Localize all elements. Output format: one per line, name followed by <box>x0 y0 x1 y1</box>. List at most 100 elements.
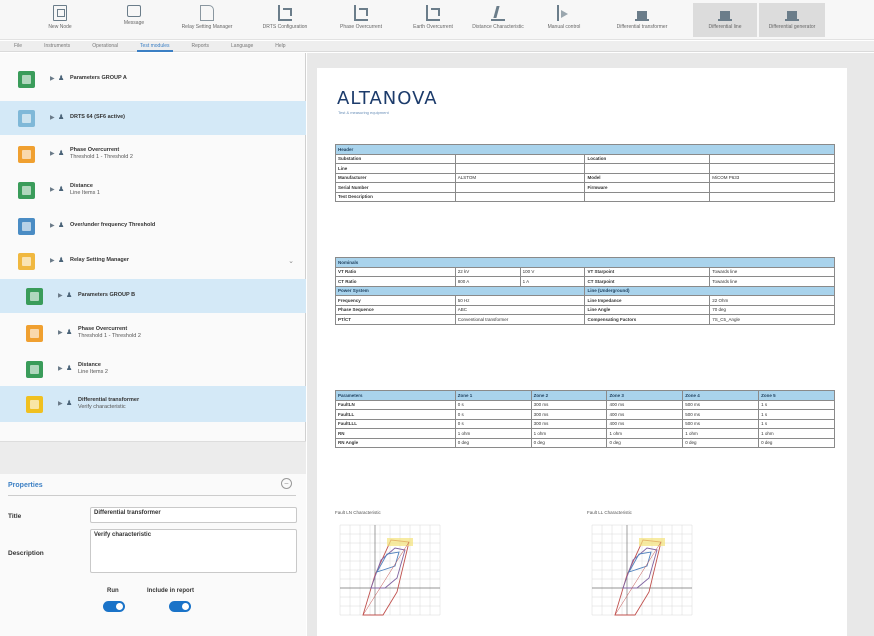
chevron-down-icon[interactable]: ⌄ <box>288 257 294 265</box>
tree-item-label: Distance <box>78 362 101 368</box>
tree-item-label: DRTS 64 (SF6 active) <box>70 114 126 120</box>
table-cell: Towards line <box>709 266 835 277</box>
tree-item[interactable]: ▶ ♟ Differential transformer Verify charact… <box>0 386 306 422</box>
tab-file[interactable]: File <box>14 43 22 49</box>
table-row: CT Ratio 800 A1 A CT Starpoint Towards line <box>335 276 835 287</box>
ribbon-button-4[interactable]: DRTS Configuration <box>247 3 323 37</box>
ribbon-button-label: Differential line <box>708 24 742 30</box>
ribbon-button-10[interactable]: Differential line <box>693 3 757 37</box>
table-cell: FaultLL <box>335 409 456 420</box>
table-cell: 500 ms <box>682 409 760 420</box>
expand-arrow-icon[interactable]: ▶ <box>50 222 55 229</box>
ribbon-button-5[interactable]: Phase Overcurrent <box>325 3 397 37</box>
ribbon-button-8[interactable]: Manual control <box>534 3 594 37</box>
tab-help[interactable]: Help <box>275 43 285 49</box>
expand-arrow-icon[interactable]: ▶ <box>58 365 63 372</box>
table-cell: Manufacturer <box>335 172 456 183</box>
table-cell: 70 deg <box>709 304 835 315</box>
run-toggle[interactable] <box>103 601 125 612</box>
tab-test-modules[interactable]: Test modules <box>136 43 174 52</box>
tree-item[interactable]: ▶ ♟ Over/under frequency Threshold <box>0 209 306 243</box>
run-label: Run <box>107 588 119 594</box>
test-tree-panel: ▶ ♟ Parameters GROUP A ▶ ♟ DRTS 64 (SF6 activ… <box>0 53 306 636</box>
ribbon-button-11[interactable]: Differential generator <box>759 3 825 37</box>
expand-arrow-icon[interactable]: ▶ <box>50 114 55 121</box>
tree-item[interactable]: ▶ ♟ Parameters GROUP A <box>0 61 306 97</box>
bar-icon <box>718 5 732 21</box>
include-toggle[interactable] <box>169 601 191 612</box>
tab-reports[interactable]: Reports <box>192 43 210 49</box>
tree-item[interactable]: ▶ ♟ Distance Line Items 1 <box>0 173 306 207</box>
tab-instruments[interactable]: Instruments <box>44 43 70 49</box>
triangle-icon <box>557 5 571 21</box>
expand-arrow-icon[interactable]: ▶ <box>58 292 63 299</box>
section-header: Line (Underground) <box>584 285 835 296</box>
bar-icon <box>635 5 649 21</box>
tree-item-sublabel: Threshold 1 - Threshold 2 <box>78 333 141 339</box>
tree-item-label: Parameters GROUP B <box>78 292 136 298</box>
table-cell: 0 s <box>454 399 532 410</box>
ribbon-button-3[interactable]: Relay Setting Manager <box>168 3 246 37</box>
table-cell <box>584 191 711 202</box>
expand-arrow-icon[interactable]: ▶ <box>50 257 55 264</box>
tab-language[interactable]: Language <box>231 43 253 49</box>
table-cell: Zone 4 <box>682 390 760 401</box>
expand-arrow-icon[interactable]: ▶ <box>50 150 55 157</box>
tree-item[interactable]: ▶ ♟ Phase Overcurrent Threshold 1 - Thresho… <box>0 316 306 350</box>
table-cell: CT Starpoint <box>584 276 711 287</box>
table-cell: Towards line <box>709 276 835 287</box>
table-cell <box>454 153 586 164</box>
ribbon-button-label: Relay Setting Manager <box>181 24 233 30</box>
ribbon-button-7[interactable]: Distance Characteristic <box>465 3 531 37</box>
tree-item[interactable]: ▶ ♟ Relay Setting Manager ⌄ <box>0 246 306 276</box>
ribbon-button-label: Phase Overcurrent <box>340 24 382 30</box>
ribbon-button-2[interactable]: Message <box>116 3 152 37</box>
description-input[interactable]: Verify characteristic <box>90 529 297 573</box>
table-row: PT/CT Conventional transformer Compensatin… <box>335 314 835 325</box>
table-cell <box>709 191 835 202</box>
node-icon <box>26 361 43 378</box>
ribbon-button-1[interactable]: New Node <box>42 3 78 37</box>
table-cell: Serial Number <box>335 182 456 193</box>
chart2-title: Fault LL Characteristic <box>587 510 632 515</box>
collapse-icon[interactable]: – <box>281 478 292 489</box>
tab-operational[interactable]: Operational <box>92 43 118 49</box>
ribbon-button-label: DRTS Configuration <box>262 24 308 30</box>
expand-arrow-icon[interactable]: ▶ <box>58 329 63 336</box>
tree-item[interactable]: ▶ ♟ Phase Overcurrent Threshold 1 - Thresho… <box>0 137 306 171</box>
tree-item-label: Relay Setting Manager <box>70 257 129 263</box>
table-cell: 500 ms <box>682 418 760 429</box>
table-row: RN 1 ohm 1 ohm 1 ohm 1 ohm 1 ohm <box>335 428 835 439</box>
table-row: Phase Sequence ABC Line Angle 70 deg <box>335 304 835 315</box>
expand-arrow-icon[interactable]: ▶ <box>50 186 55 193</box>
nominals-table: Nominals VT Ratio 22 kV 100 V VT Starpoint To… <box>334 257 835 325</box>
table-cell: 1 s <box>758 399 835 410</box>
ribbon-button-6[interactable]: Earth Overcurrent <box>398 3 468 37</box>
node-icon <box>26 325 43 342</box>
table-cell: 1 ohm <box>682 428 760 439</box>
title-label: Title <box>8 513 22 520</box>
table-cell: 800 A <box>454 276 521 287</box>
title-input[interactable]: Differential transformer <box>90 507 297 523</box>
ribbon-button-label: Distance Characteristic <box>472 24 524 30</box>
table-cell: PT/CT <box>335 314 456 325</box>
document-icon <box>200 5 214 21</box>
tree-item[interactable]: ▶ ♟ DRTS 64 (SF6 active) <box>0 101 306 135</box>
expand-arrow-icon[interactable]: ▶ <box>50 75 55 82</box>
ribbon-button-label: Message <box>123 20 145 26</box>
table-cell: 400 ms <box>606 418 684 429</box>
node-user-icon: ♟ <box>58 75 65 82</box>
table-cell: 0 s <box>454 418 532 429</box>
report-page: ALTANOVA Test & measuring equipment Head… <box>317 68 847 636</box>
tree-item[interactable]: ▶ ♟ Distance Line Items 2 <box>0 352 306 386</box>
table-cell: MiCOM P633 <box>709 172 835 183</box>
expand-arrow-icon[interactable]: ▶ <box>58 400 63 407</box>
ribbon-button-9[interactable]: Differential transformer <box>594 3 690 37</box>
tree-item[interactable]: ▶ ♟ Parameters GROUP B <box>0 279 306 313</box>
table-cell: FaultLN <box>335 399 456 410</box>
table-row: VT Ratio 22 kV 100 V VT Starpoint Towards li… <box>335 266 835 277</box>
table-row: Power System Line (Underground) <box>334 285 835 296</box>
table-cell: Substation <box>335 153 456 164</box>
table-row: RN Angle 0 deg 0 deg 0 deg 0 deg 0 deg <box>335 437 835 448</box>
report-preview: ALTANOVA Test & measuring equipment Head… <box>307 53 874 636</box>
